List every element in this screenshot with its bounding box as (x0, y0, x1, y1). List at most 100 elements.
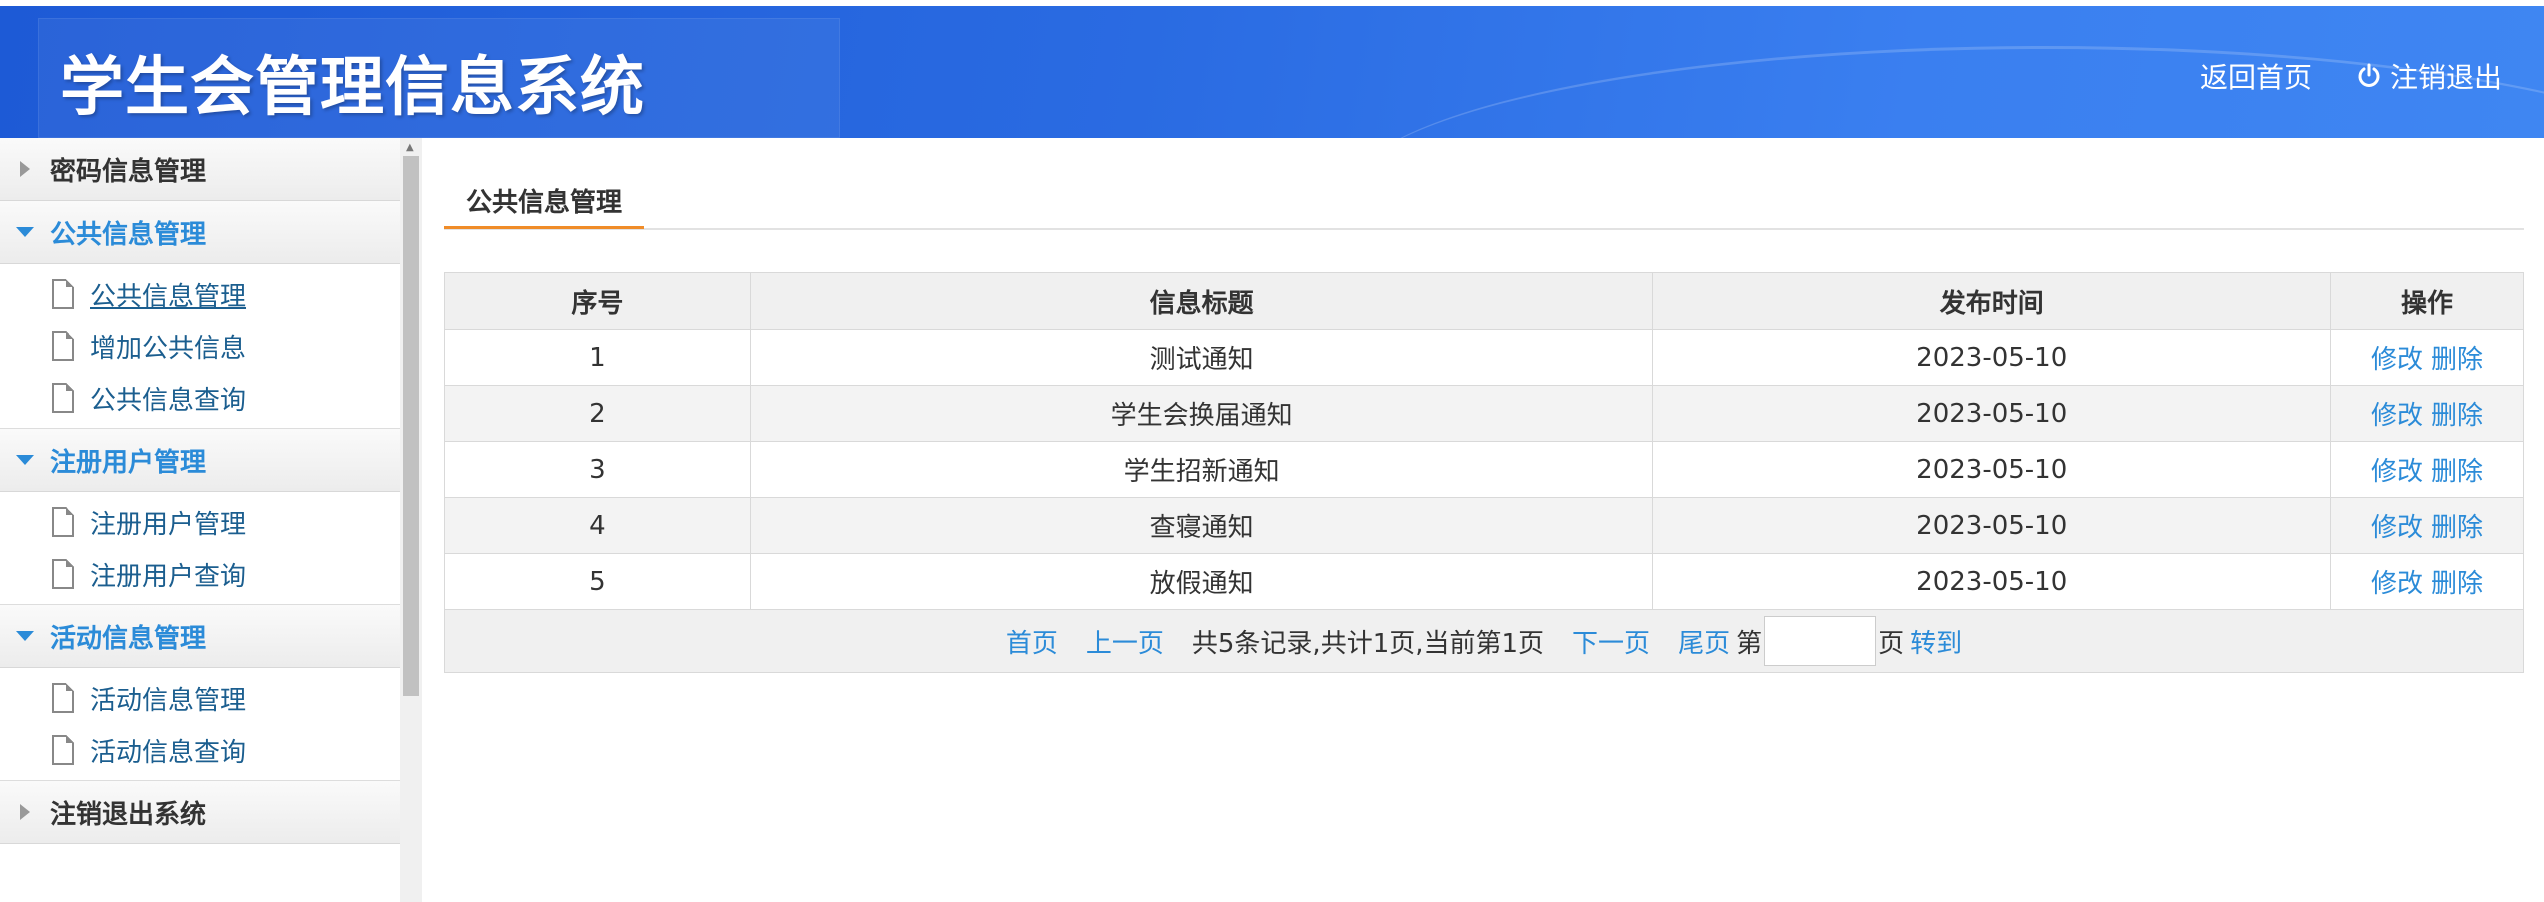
sidebar-group-activity[interactable]: 活动信息管理 (0, 605, 400, 668)
home-link[interactable]: 返回首页 (2200, 56, 2312, 96)
cell-date: 2023-05-10 (1652, 497, 2332, 554)
cell-no: 3 (444, 441, 751, 498)
goto-suffix: 页 (1878, 628, 1905, 659)
last-page-link[interactable]: 尾页 (1678, 623, 1730, 660)
sidebar-group-label: 公共信息管理 (50, 219, 207, 250)
pagination: 首页 上一页 共5条记录,共计1页,当前第1页 下一页 尾页 第 页 转到 (446, 616, 2522, 666)
edit-link[interactable]: 修改 (2371, 569, 2423, 599)
pagination-row: 首页 上一页 共5条记录,共计1页,当前第1页 下一页 尾页 第 页 转到 (444, 609, 2524, 673)
first-page-link[interactable]: 首页 (1006, 623, 1058, 660)
document-icon (52, 383, 74, 413)
collapse-arrow-icon (16, 631, 34, 641)
sidebar-group-label: 注册用户管理 (50, 447, 207, 478)
sidebar-group-password[interactable]: 密码信息管理 (0, 138, 400, 201)
cell-date: 2023-05-10 (1652, 553, 2332, 610)
goto-prefix: 第 (1736, 628, 1763, 659)
collapse-arrow-icon (16, 227, 34, 237)
delete-link[interactable]: 删除 (2431, 401, 2483, 431)
table-row: 4 查寝通知 2023-05-10 修改 删除 (444, 497, 2524, 554)
prev-page-link[interactable]: 上一页 (1086, 623, 1164, 660)
cell-no: 2 (444, 385, 751, 442)
table-header-row: 序号 信息标题 发布时间 操作 (444, 272, 2524, 330)
document-icon (52, 559, 74, 589)
edit-link[interactable]: 修改 (2371, 345, 2423, 375)
sidebar-group-label: 注销退出系统 (50, 799, 207, 830)
column-header-actions: 操作 (2330, 272, 2524, 330)
sidebar-item-label: 公共信息管理 (90, 281, 247, 312)
cell-title: 测试通知 (749, 329, 1654, 386)
sidebar-scrollbar[interactable]: ▲ (400, 138, 422, 902)
next-page-link[interactable]: 下一页 (1572, 623, 1650, 660)
power-icon (2358, 63, 2380, 87)
sidebar-item-user-query[interactable]: 注册用户查询 (0, 548, 400, 600)
logout-label: 注销退出 (2390, 61, 2503, 94)
sidebar-group-items: 注册用户管理 注册用户查询 (0, 492, 400, 605)
sidebar-group-public-info[interactable]: 公共信息管理 (0, 201, 400, 264)
sidebar-item-label: 注册用户管理 (90, 509, 247, 540)
cell-title: 学生会换届通知 (749, 385, 1654, 442)
app-header: 学生会管理信息系统 返回首页 注销退出 (0, 6, 2544, 138)
delete-link[interactable]: 删除 (2431, 345, 2483, 375)
delete-link[interactable]: 删除 (2431, 569, 2483, 599)
table-row: 5 放假通知 2023-05-10 修改 删除 (444, 553, 2524, 610)
collapse-arrow-icon (16, 455, 34, 465)
sidebar-group-label: 活动信息管理 (50, 623, 207, 654)
pagination-summary: 共5条记录,共计1页,当前第1页 (1191, 628, 1545, 659)
column-header-title: 信息标题 (749, 272, 1654, 330)
sidebar-item-activity-manage[interactable]: 活动信息管理 (0, 672, 400, 724)
main-content: 公共信息管理 序号 信息标题 发布时间 操作 1 测试通知 2023-05-10… (444, 138, 2524, 673)
app-title: 学生会管理信息系统 (60, 51, 645, 125)
document-icon (52, 507, 74, 537)
sidebar-item-label: 公共信息查询 (90, 385, 247, 416)
document-icon (52, 683, 74, 713)
edit-link[interactable]: 修改 (2371, 513, 2423, 543)
edit-link[interactable]: 修改 (2371, 401, 2423, 431)
sidebar-item-label: 活动信息查询 (90, 737, 247, 768)
column-header-date: 发布时间 (1652, 272, 2332, 330)
sidebar-item-label: 增加公共信息 (90, 333, 247, 364)
sidebar-group-label: 密码信息管理 (50, 156, 207, 187)
cell-date: 2023-05-10 (1652, 385, 2332, 442)
sidebar-item-public-info-query[interactable]: 公共信息查询 (0, 372, 400, 424)
cell-title: 放假通知 (749, 553, 1654, 610)
page-number-input[interactable] (1764, 616, 1877, 666)
cell-actions: 修改 删除 (2330, 385, 2524, 442)
table-row: 2 学生会换届通知 2023-05-10 修改 删除 (444, 385, 2524, 442)
cell-title: 学生招新通知 (749, 441, 1654, 498)
column-header-no: 序号 (444, 272, 751, 330)
cell-no: 5 (444, 553, 751, 610)
cell-date: 2023-05-10 (1652, 329, 2332, 386)
edit-link[interactable]: 修改 (2371, 457, 2423, 487)
sidebar-item-user-manage[interactable]: 注册用户管理 (0, 496, 400, 548)
document-icon (52, 331, 74, 361)
cell-actions: 修改 删除 (2330, 553, 2524, 610)
sidebar-group-registered-users[interactable]: 注册用户管理 (0, 429, 400, 492)
cell-no: 4 (444, 497, 751, 554)
goto-page-link[interactable]: 转到 (1910, 623, 1962, 660)
delete-link[interactable]: 删除 (2431, 513, 2483, 543)
sidebar-group-items: 公共信息管理 增加公共信息 公共信息查询 (0, 264, 400, 429)
cell-no: 1 (444, 329, 751, 386)
sidebar-item-add-public-info[interactable]: 增加公共信息 (0, 320, 400, 372)
cell-actions: 修改 删除 (2330, 329, 2524, 386)
tab-public-info-manage[interactable]: 公共信息管理 (444, 174, 644, 229)
cell-actions: 修改 删除 (2330, 497, 2524, 554)
document-icon (52, 279, 74, 309)
sidebar-group-items: 活动信息管理 活动信息查询 (0, 668, 400, 781)
table-row: 3 学生招新通知 2023-05-10 修改 删除 (444, 441, 2524, 498)
expand-arrow-icon (20, 161, 30, 177)
sidebar: 密码信息管理 公共信息管理 公共信息管理 增加公共信息 公共信息查询 注册用户管… (0, 138, 401, 902)
tab-bar: 公共信息管理 (444, 138, 2524, 230)
cell-actions: 修改 删除 (2330, 441, 2524, 498)
logout-link[interactable]: 注销退出 (2356, 56, 2502, 96)
scroll-up-arrow-icon[interactable]: ▲ (406, 142, 414, 153)
sidebar-group-logout[interactable]: 注销退出系统 (0, 781, 400, 844)
scrollbar-thumb[interactable] (403, 156, 419, 696)
sidebar-item-public-info-manage[interactable]: 公共信息管理 (0, 268, 400, 320)
sidebar-item-label: 活动信息管理 (90, 685, 247, 716)
info-table: 序号 信息标题 发布时间 操作 1 测试通知 2023-05-10 修改 删除 2… (444, 272, 2524, 673)
document-icon (52, 735, 74, 765)
cell-date: 2023-05-10 (1652, 441, 2332, 498)
sidebar-item-activity-query[interactable]: 活动信息查询 (0, 724, 400, 776)
delete-link[interactable]: 删除 (2431, 457, 2483, 487)
